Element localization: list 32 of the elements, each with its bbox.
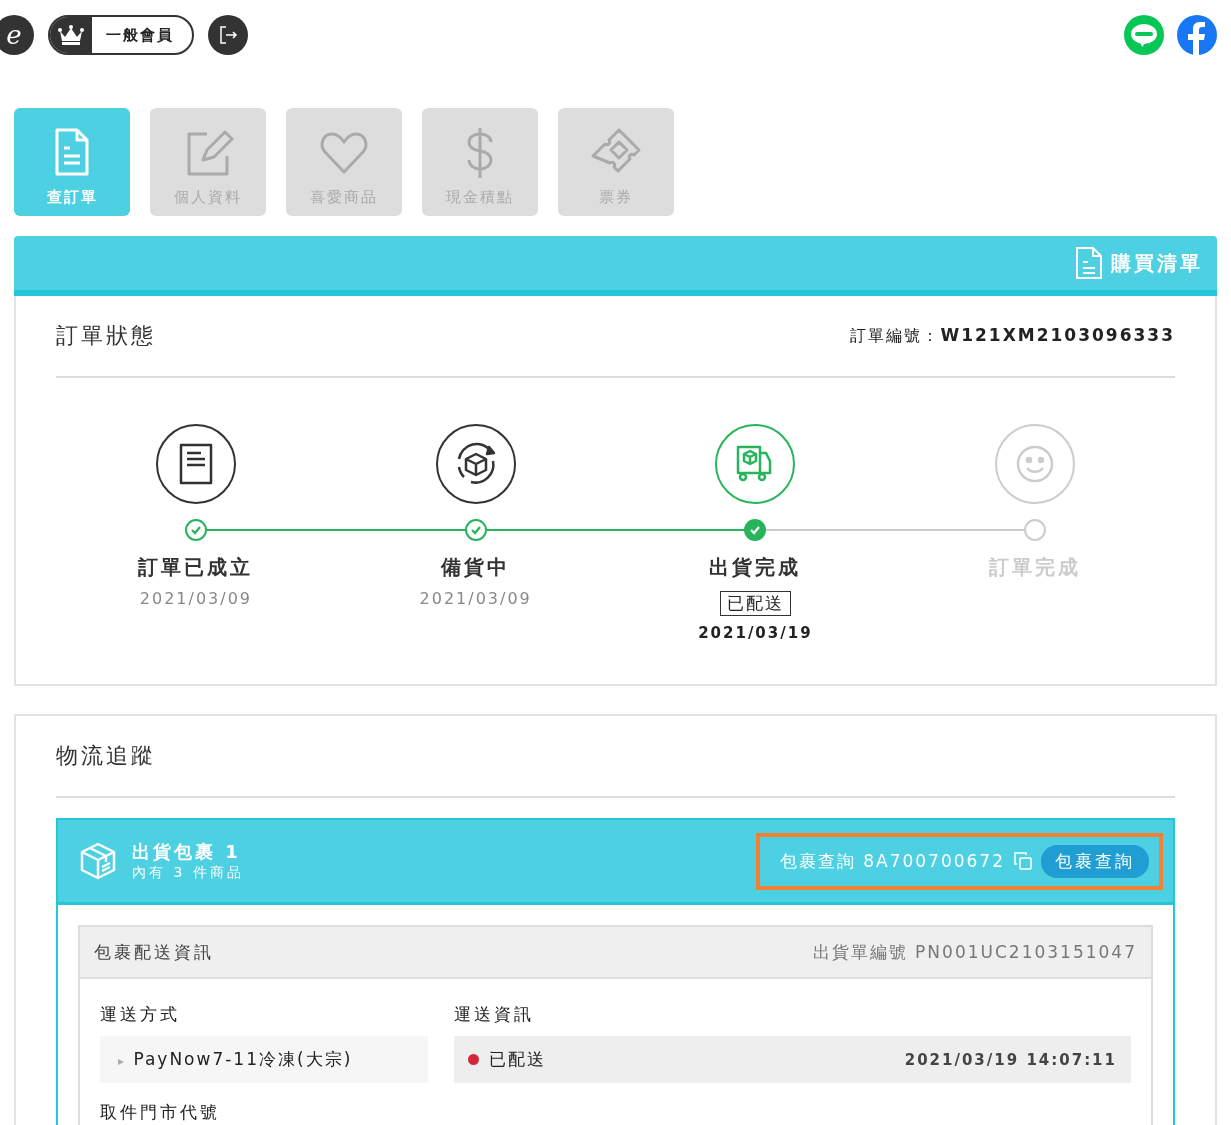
purchase-list-link[interactable]: 購買清單 — [1075, 246, 1203, 280]
logo[interactable]: e — [0, 15, 34, 55]
step-date: 2021/03/09 — [139, 589, 252, 608]
crown-icon — [57, 24, 85, 46]
shipment-number: 出貨單編號 PN001UC2103151047 — [812, 940, 1137, 964]
tracking-status: 已配送 — [489, 1048, 546, 1071]
field-label: 取件門市代號 — [100, 1101, 221, 1124]
info-title: 包裹配送資訊 — [94, 940, 214, 964]
logout-icon — [218, 25, 238, 45]
tracking-number: 包裹查詢 8A700700672 — [779, 849, 1005, 873]
order-number: 訂單編號：W121XM2103096333 — [850, 325, 1175, 347]
package-title: 出貨包裹 1 — [132, 840, 242, 864]
section-title: 訂單狀態 — [56, 322, 156, 350]
logout-button[interactable] — [208, 15, 248, 55]
field-label: 運送資訊 — [454, 1003, 535, 1026]
box-icon — [78, 841, 118, 881]
shipping-method-field: ▸ PayNow7-11冷凍(大宗) — [100, 1036, 428, 1083]
step-label: 備貨中 — [441, 554, 511, 581]
step-label: 出貨完成 — [709, 554, 802, 581]
tracking-time: 2021/03/19 14:07:11 — [904, 1050, 1117, 1069]
document-icon — [1075, 246, 1103, 280]
package-subtitle: 內有 3 件商品 — [132, 864, 244, 882]
step-date: 2021/03/19 — [698, 624, 813, 642]
member-badge: 一般會員 — [48, 15, 194, 55]
step-label: 訂單已成立 — [138, 554, 254, 581]
status-tag: 已配送 — [719, 591, 791, 616]
step-date: 2021/03/09 — [419, 589, 532, 608]
field-label: 運送方式 — [100, 1003, 181, 1026]
facebook-icon[interactable] — [1177, 15, 1217, 55]
nav-tab[interactable]: 查訂單 — [14, 108, 130, 216]
section-title: 物流追蹤 — [56, 742, 156, 770]
package-query-button[interactable]: 包裹查詢 — [1041, 844, 1149, 878]
